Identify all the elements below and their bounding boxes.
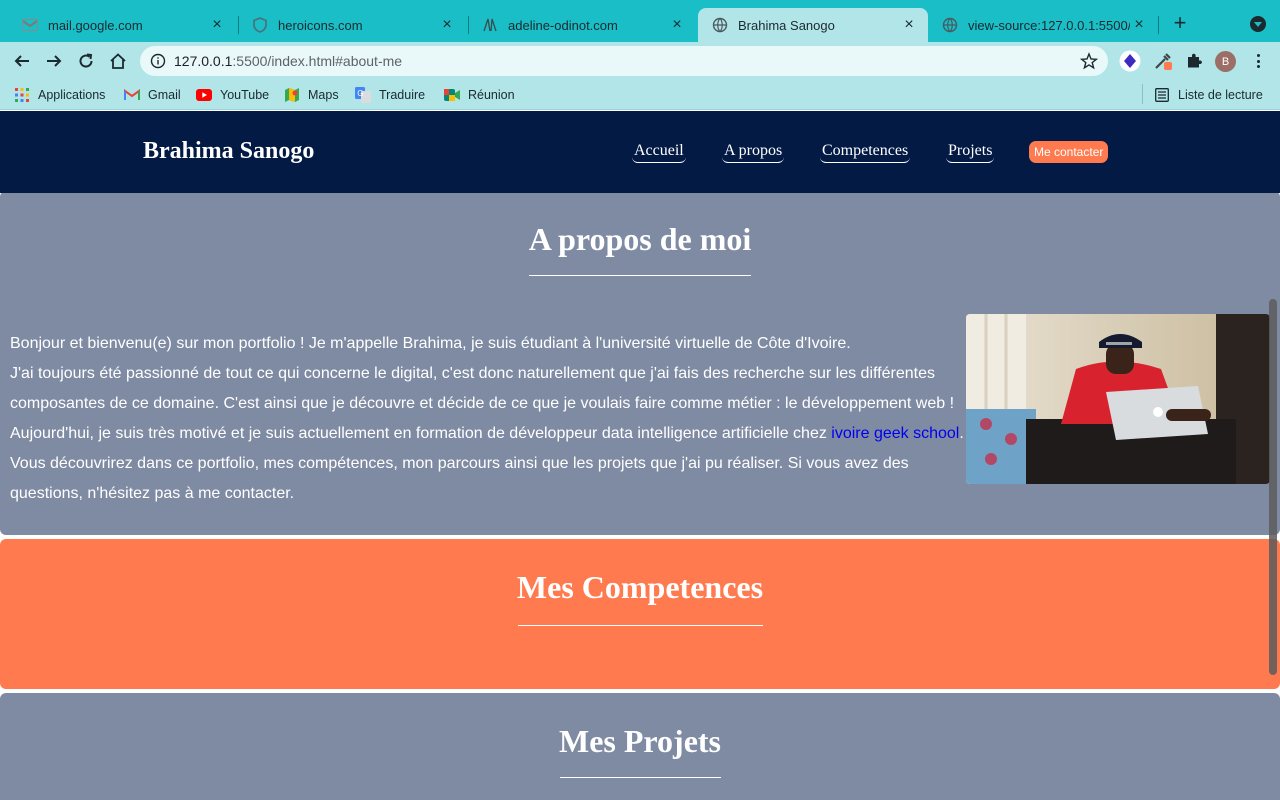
- bookmark-gmail[interactable]: Gmail: [124, 86, 181, 104]
- close-tab-icon[interactable]: ×: [1130, 16, 1148, 34]
- url-text[interactable]: 127.0.0.1:5500/index.html#about-me: [174, 53, 402, 69]
- reading-list-button[interactable]: Liste de lecture: [1154, 86, 1263, 104]
- nav-competences[interactable]: Competences: [820, 142, 911, 163]
- extension-eyedropper-icon[interactable]: [1152, 50, 1174, 72]
- shield-icon: [252, 17, 268, 33]
- tab-divider: [1158, 16, 1159, 34]
- page-scrollbar-thumb[interactable]: [1269, 299, 1277, 675]
- site-header: Brahima Sanogo Accueil A propos Competen…: [0, 111, 1280, 193]
- address-bar[interactable]: 127.0.0.1:5500/index.html#about-me: [140, 46, 1108, 76]
- tab-label: heroicons.com: [278, 17, 363, 33]
- web-page: A propos de moi Bonjour et bienvenu(e) s…: [0, 111, 1280, 800]
- extension-purple-icon[interactable]: [1119, 50, 1141, 72]
- tab-search-icon[interactable]: [1250, 16, 1266, 32]
- projects-section: Mes Projets: [0, 693, 1280, 800]
- nav-accueil[interactable]: Accueil: [632, 142, 686, 163]
- tab-strip: mail.google.com × heroicons.com × adelin…: [0, 0, 1280, 42]
- tab-label: adeline-odinot.com: [508, 17, 618, 33]
- url-host: 127.0.0.1: [174, 53, 233, 69]
- apps-grid-icon: [14, 87, 30, 103]
- meet-icon: [444, 87, 460, 103]
- globe-icon: [942, 17, 958, 33]
- reload-icon[interactable]: [74, 49, 98, 73]
- gmail-icon: [124, 87, 140, 103]
- tab-heroicons[interactable]: heroicons.com ×: [238, 8, 466, 42]
- bookmark-star-icon[interactable]: [1079, 52, 1099, 70]
- tab-view-source[interactable]: view-source:127.0.0.1:5500/ ×: [928, 8, 1158, 42]
- about-section: A propos de moi Bonjour et bienvenu(e) s…: [0, 191, 1280, 535]
- globe-icon: [712, 17, 728, 33]
- bookmark-label: Gmail: [148, 88, 181, 102]
- about-story-end: .: [959, 425, 964, 442]
- maps-icon: [284, 87, 300, 103]
- reading-list-icon: [1154, 87, 1170, 103]
- profile-photo: [966, 314, 1270, 484]
- about-title: A propos de moi: [528, 221, 752, 257]
- nav-a-propos[interactable]: A propos: [722, 142, 785, 163]
- about-paragraph-story: J'ai toujours été passionné de tout ce q…: [10, 359, 970, 449]
- bookmarks-divider: [1142, 84, 1143, 104]
- home-icon[interactable]: [106, 49, 130, 73]
- bookmark-label: Applications: [38, 88, 106, 102]
- ao-logo-icon: [482, 17, 498, 33]
- projects-title-underline: [560, 777, 721, 778]
- about-paragraph-intro: Bonjour et bienvenu(e) sur mon portfolio…: [10, 335, 851, 352]
- browser-menu-icon[interactable]: [1250, 52, 1266, 70]
- translate-icon: G: [355, 87, 371, 103]
- bookmark-reunion[interactable]: Réunion: [444, 86, 515, 104]
- tab-gmail[interactable]: mail.google.com ×: [8, 8, 236, 42]
- nav-projets[interactable]: Projets: [946, 142, 995, 163]
- close-tab-icon[interactable]: ×: [900, 16, 918, 34]
- about-story-text: J'ai toujours été passionné de tout ce q…: [10, 365, 955, 442]
- bookmark-youtube[interactable]: YouTube: [196, 86, 269, 104]
- bookmark-label: Traduire: [379, 88, 426, 102]
- new-tab-button[interactable]: +: [1168, 12, 1192, 36]
- about-paragraph-portfolio: Vous découvrirez dans ce portfolio, mes …: [10, 455, 909, 502]
- bookmark-label: YouTube: [220, 88, 270, 102]
- url-path: :5500/index.html#about-me: [232, 53, 403, 69]
- about-title-underline: [529, 275, 751, 276]
- contact-button[interactable]: Me contacter: [1029, 141, 1109, 163]
- youtube-icon: [196, 87, 212, 103]
- site-brand[interactable]: Brahima Sanogo: [143, 138, 314, 165]
- about-text: Bonjour et bienvenu(e) sur mon portfolio…: [10, 329, 970, 509]
- close-tab-icon[interactable]: ×: [668, 16, 686, 34]
- projects-title: Mes Projets: [559, 723, 721, 759]
- bookmark-label: Liste de lecture: [1178, 88, 1263, 102]
- bookmark-traduire[interactable]: G Traduire: [355, 86, 425, 104]
- site-info-icon[interactable]: [150, 53, 166, 69]
- bookmark-applications[interactable]: Applications: [14, 86, 105, 104]
- tab-brahima-sanogo[interactable]: Brahima Sanogo ×: [698, 8, 928, 42]
- tab-label: Brahima Sanogo: [738, 17, 835, 33]
- skills-section: Mes Competences: [0, 539, 1280, 689]
- skills-title-underline: [518, 625, 763, 626]
- profile-avatar[interactable]: B: [1215, 51, 1236, 72]
- forward-arrow-icon[interactable]: [42, 49, 66, 73]
- tab-label: mail.google.com: [48, 17, 143, 33]
- skills-title: Mes Competences: [516, 569, 764, 605]
- close-tab-icon[interactable]: ×: [208, 16, 226, 34]
- ivoire-geek-school-link[interactable]: ivoire geek school: [831, 425, 959, 442]
- back-arrow-icon[interactable]: [10, 49, 34, 73]
- bookmark-label: Maps: [308, 88, 339, 102]
- extensions-puzzle-icon[interactable]: [1183, 50, 1205, 72]
- close-tab-icon[interactable]: ×: [438, 16, 456, 34]
- bookmark-label: Réunion: [468, 88, 515, 102]
- tab-label: view-source:127.0.0.1:5500/: [968, 17, 1130, 33]
- tab-adeline-odinot[interactable]: adeline-odinot.com ×: [468, 8, 696, 42]
- bookmarks-bar: Applications Gmail YouTube Maps G Tradui…: [0, 80, 1280, 110]
- browser-toolbar: 127.0.0.1:5500/index.html#about-me B: [0, 42, 1280, 80]
- gmail-icon: [22, 17, 38, 33]
- svg-text:G: G: [357, 89, 363, 98]
- bookmark-maps[interactable]: Maps: [284, 86, 339, 104]
